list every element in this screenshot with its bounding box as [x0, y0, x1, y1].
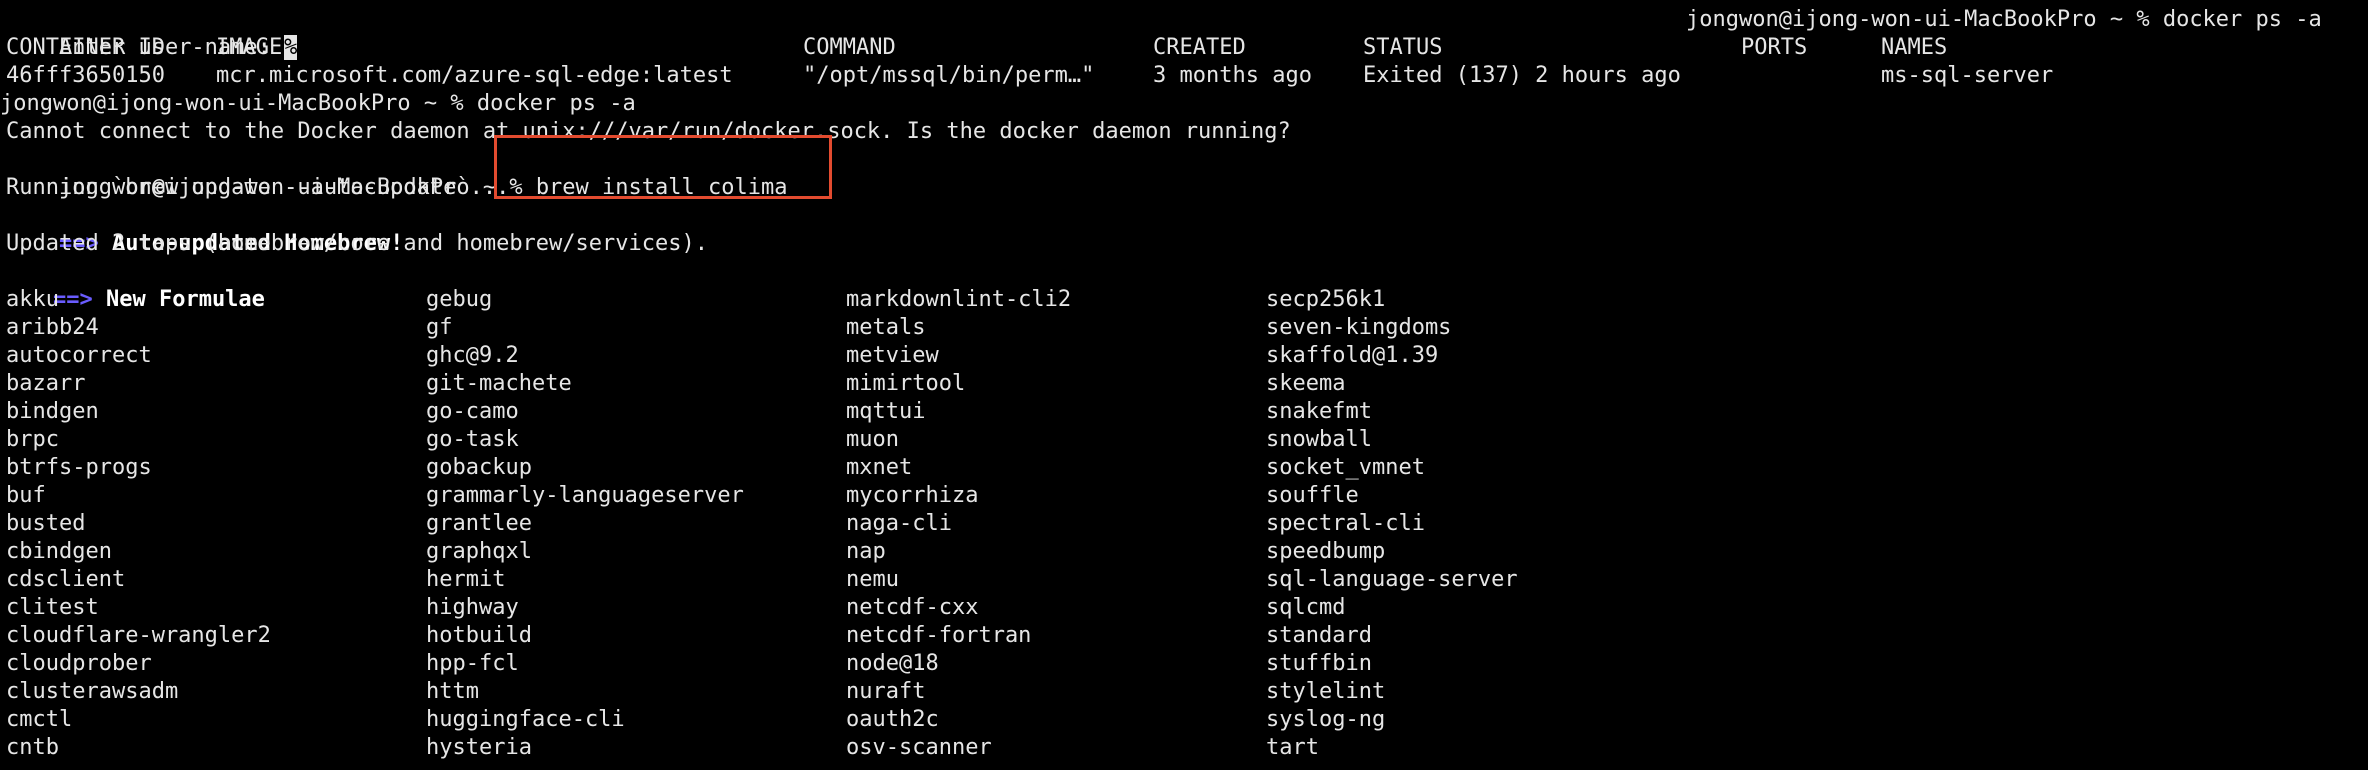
formula-item: brpc [6, 427, 59, 452]
formula-item: skaffold@1.39 [1266, 343, 1439, 368]
formula-item: metals [846, 315, 926, 340]
enter-user-line: Enter user-name: % [6, 6, 298, 60]
running-update-line: Running `brew update --auto-update`... [6, 175, 510, 200]
formula-item: tart [1266, 735, 1319, 760]
formula-item: mimirtool [846, 371, 966, 396]
formula-item: skeema [1266, 371, 1346, 396]
formula-item: standard [1266, 623, 1372, 648]
formula-item: souffle [1266, 483, 1359, 508]
formula-item: go-camo [426, 399, 519, 424]
docker-table-header: CONTAINER ID IMAGE COMMAND CREATED STATU… [6, 34, 2366, 62]
formula-item: mycorrhiza [846, 483, 979, 508]
formula-item: autocorrect [6, 343, 152, 368]
formula-item: bazarr [6, 371, 86, 396]
formula-item: hysteria [426, 735, 532, 760]
formula-item: btrfs-progs [6, 455, 152, 480]
header-image: IMAGE [216, 35, 283, 60]
prompt-docker-ps: jongwon@ijong-won-ui-MacBookPro ~ % dock… [0, 91, 636, 116]
header-ports: PORTS [1741, 35, 1808, 60]
formula-item: graphqxl [426, 539, 532, 564]
formula-item: cloudflare-wrangler2 [6, 623, 271, 648]
formula-item: bindgen [6, 399, 99, 424]
formula-item: secp256k1 [1266, 287, 1386, 312]
formula-item: mxnet [846, 455, 913, 480]
formula-item: osv-scanner [846, 735, 992, 760]
cell-image: mcr.microsoft.com/azure-sql-edge:latest [216, 63, 733, 88]
formula-item: aribb24 [6, 315, 99, 340]
formula-item: akku [6, 287, 59, 312]
formula-item: metview [846, 343, 939, 368]
new-formulae-text: New Formulae [92, 287, 265, 312]
formula-item: gobackup [426, 455, 532, 480]
formula-item: cntb [6, 735, 59, 760]
header-status: STATUS [1363, 35, 1443, 60]
formula-item: snowball [1266, 427, 1372, 452]
formula-item: huggingface-cli [426, 707, 625, 732]
formula-item: cbindgen [6, 539, 112, 564]
formula-item: node@18 [846, 651, 939, 676]
formula-item: cloudprober [6, 651, 152, 676]
formula-item: grammarly-languageserver [426, 483, 744, 508]
header-command: COMMAND [803, 35, 896, 60]
formula-item: netcdf-cxx [846, 595, 979, 620]
formula-item: nuraft [846, 679, 926, 704]
cell-status: Exited (137) 2 hours ago [1363, 63, 1681, 88]
formula-item: syslog-ng [1266, 707, 1386, 732]
formula-item: busted [6, 511, 86, 536]
formula-item: clusterawsadm [6, 679, 179, 704]
terminal-window[interactable]: Enter user-name: % jongwon@ijong-won-ui-… [0, 0, 2368, 770]
docker-table-row: 46fff3650150 mcr.microsoft.com/azure-sql… [6, 62, 2366, 90]
formula-item: buf [6, 483, 46, 508]
formula-item: go-task [426, 427, 519, 452]
formula-item: sql-language-server [1266, 567, 1518, 592]
formula-item: stuffbin [1266, 651, 1372, 676]
auto-updated-line: ==> Auto-updated Homebrew! [6, 202, 403, 256]
formula-item: naga-cli [846, 511, 952, 536]
formula-item: muon [846, 427, 899, 452]
updated-taps-line: Updated 2 taps (homebrew/core and homebr… [6, 231, 708, 256]
formula-item: grantlee [426, 511, 532, 536]
formula-item: hermit [426, 567, 506, 592]
formula-item: nemu [846, 567, 899, 592]
new-formulae-line: ==> New Formulae [0, 258, 265, 312]
formula-item: ghc@9.2 [426, 343, 519, 368]
header-names: NAMES [1881, 35, 1948, 60]
formula-item: snakefmt [1266, 399, 1372, 424]
cell-created: 3 months ago [1153, 63, 1312, 88]
highlight-annotation-box [494, 135, 832, 199]
formula-item: speedbump [1266, 539, 1386, 564]
formula-item: mqttui [846, 399, 926, 424]
formula-item: httm [426, 679, 479, 704]
formula-item: cdsclient [6, 567, 126, 592]
formula-item: oauth2c [846, 707, 939, 732]
formula-item: markdownlint-cli2 [846, 287, 1072, 312]
formula-item: sqlcmd [1266, 595, 1346, 620]
formula-item: highway [426, 595, 519, 620]
header-container-id: CONTAINER ID [6, 35, 165, 60]
formula-item: hotbuild [426, 623, 532, 648]
formula-item: spectral-cli [1266, 511, 1425, 536]
cell-names: ms-sql-server [1881, 63, 2054, 88]
formula-item: hpp-fcl [426, 651, 519, 676]
formula-item: clitest [6, 595, 99, 620]
formula-item: netcdf-fortran [846, 623, 1032, 648]
cell-container-id: 46fff3650150 [6, 63, 165, 88]
formula-item: seven-kingdoms [1266, 315, 1452, 340]
formula-item: nap [846, 539, 886, 564]
formula-item: git-machete [426, 371, 572, 396]
header-created: CREATED [1153, 35, 1246, 60]
formula-item: socket_vmnet [1266, 455, 1425, 480]
formula-item: stylelint [1266, 679, 1386, 704]
right-prompt: jongwon@ijong-won-ui-MacBookPro ~ % dock… [1686, 7, 2322, 32]
formula-item: gebug [426, 287, 493, 312]
formula-item: cmctl [6, 707, 73, 732]
formula-item: gf [426, 315, 453, 340]
cell-command: "/opt/mssql/bin/perm…" [803, 63, 1095, 88]
